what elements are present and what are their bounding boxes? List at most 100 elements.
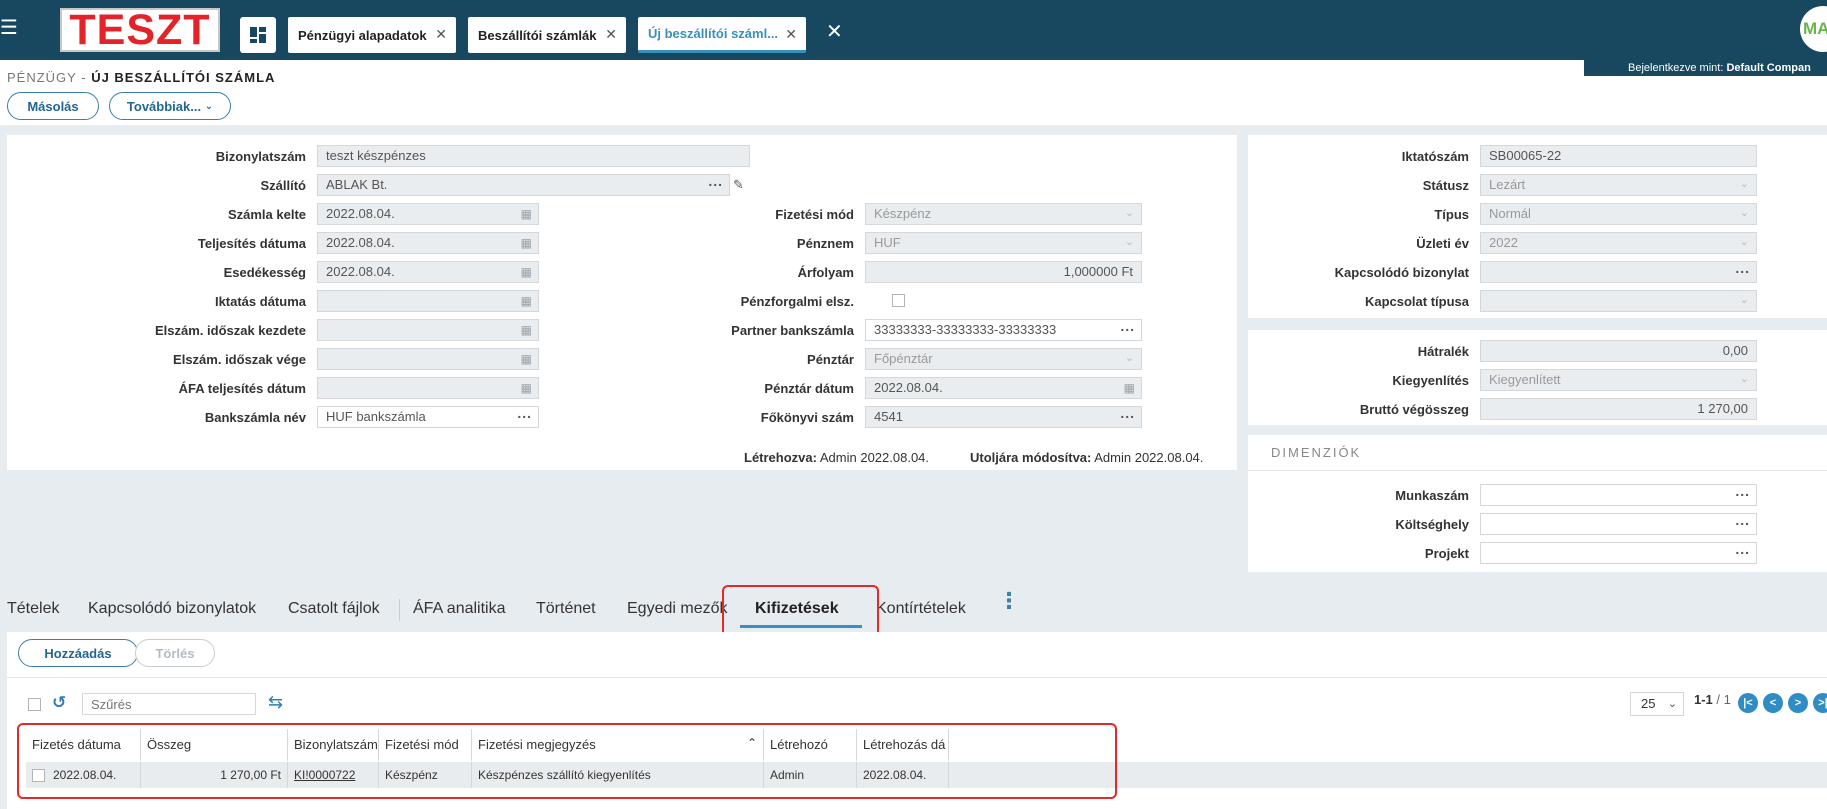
fizetesi-mod-label: Fizetési mód [775,207,854,222]
more-icon[interactable]: ... [517,407,532,423]
koltseghely-label: Költséghely [1395,517,1469,532]
dashboard-icon [250,27,266,43]
calendar-icon[interactable]: ▦ [1124,378,1135,398]
tab-csatolt-fajlok[interactable]: Csatolt fájlok [288,600,380,618]
close-icon[interactable]: ✕ [605,26,617,43]
swap-columns-icon[interactable]: ⇆ [268,692,283,713]
more-icon[interactable]: ... [708,175,723,191]
calendar-icon[interactable]: ▦ [521,233,532,253]
projekt-field[interactable]: ... [1480,542,1757,564]
penztar-datum-field[interactable]: 2022.08.04. ▦ [865,377,1142,399]
munkaszam-label: Munkaszám [1395,488,1469,503]
iktatoszam-field[interactable]: SB00065-22 [1480,145,1757,167]
elszam-kezdete-field[interactable]: ▦ [317,319,539,341]
iktatas-field[interactable]: ▦ [317,290,539,312]
first-page-icon[interactable]: |< [1738,693,1758,713]
teljesites-label: Teljesítés dátuma [197,236,306,251]
tab-uj-beszallitoi-szamla[interactable]: Új beszállítói száml... ✕ [638,17,806,53]
partner-bank-label: Partner bankszámla [731,323,854,338]
chevron-down-icon: ⌄ [1739,294,1749,306]
szamla-kelte-field[interactable]: 2022.08.04. ▦ [317,203,539,225]
uzleti-ev-select[interactable]: 2022 ⌄ [1480,232,1757,254]
penzforgalmi-checkbox[interactable] [892,294,905,307]
prev-page-icon[interactable]: < [1763,693,1783,713]
uzleti-ev-label: Üzleti év [1416,236,1469,251]
munkaszam-field[interactable]: ... [1480,484,1757,506]
elszam-vege-label: Elszám. időszak vége [173,352,306,367]
tipus-select[interactable]: Normál ⌄ [1480,203,1757,225]
penztar-label: Pénztár [807,352,854,367]
penztar-select[interactable]: Főpénztár ⌄ [865,348,1142,370]
iktatoszam-label: Iktatószám [1401,149,1469,164]
bankszamla-nev-field[interactable]: HUF bankszámla... [317,406,539,428]
more-button[interactable]: Továbbiak... ⌄ [109,92,231,120]
tab-tetelek[interactable]: Tételek [7,600,59,618]
teljesites-field[interactable]: 2022.08.04. ▦ [317,232,539,254]
delete-button[interactable]: Törlés [135,639,215,667]
select-all-checkbox[interactable] [28,698,41,711]
bizonylatszam-field[interactable]: teszt készpénzes [317,145,750,167]
breadcrumb: PÉNZÜGY - ÚJ BESZÁLLÍTÓI SZÁMLA [7,70,276,85]
edit-icon[interactable]: ✎ [733,177,744,193]
add-button[interactable]: Hozzáadás [18,639,138,667]
szallito-field[interactable]: ABLAK Bt.... [317,174,730,196]
statusz-select[interactable]: Lezárt ⌄ [1480,174,1757,196]
page-size-select[interactable]: 25 ⌄ [1630,692,1684,716]
logged-in-user: Bejelentkezve mint: Default Compan [1584,60,1827,76]
chevron-down-icon: ⌄ [1739,207,1749,219]
hatralek-field[interactable]: 0,00 [1480,340,1757,362]
more-icon[interactable]: ... [1735,543,1750,559]
calendar-icon[interactable]: ▦ [521,378,532,398]
close-icon[interactable]: ✕ [435,26,447,43]
filter-input[interactable] [82,693,256,715]
close-all-tabs-icon[interactable]: ✕ [826,19,843,44]
tab-egyedi-mezok[interactable]: Egyedi mezők [627,600,728,618]
kapcs-tipus-label: Kapcsolat típusa [1364,294,1469,309]
calendar-icon[interactable]: ▦ [521,262,532,282]
refresh-icon[interactable]: ↺ [52,693,66,713]
close-icon[interactable]: ✕ [785,26,797,43]
tab-beszallitoi-szamlak[interactable]: Beszállítói számlák ✕ [468,17,626,53]
tab-kapcsolodo-bizonylatok[interactable]: Kapcsolódó bizonylatok [88,600,256,618]
last-page-icon[interactable]: >| [1813,693,1827,713]
kapcs-tipus-select[interactable]: ⌄ [1480,290,1757,312]
penznem-select[interactable]: HUF ⌄ [865,232,1142,254]
hatralek-label: Hátralék [1417,344,1469,359]
afa-teljesites-field[interactable]: ▦ [317,377,539,399]
fokonyvi-field[interactable]: 4541... [865,406,1142,428]
elszam-kezdete-label: Elszám. időszak kezdete [154,323,306,338]
dashboard-button[interactable] [240,17,276,53]
calendar-icon[interactable]: ▦ [521,204,532,224]
penztar-datum-label: Pénztár dátum [764,381,854,396]
more-icon[interactable]: ... [1120,320,1135,336]
arfolyam-field[interactable]: 1,000000 Ft [865,261,1142,283]
brutto-field[interactable]: 1 270,00 [1480,398,1757,420]
partner-bank-field[interactable]: 33333333-33333333-33333333... [865,319,1142,341]
tab-afa-analitika[interactable]: ÁFA analitika [413,600,506,618]
tab-kontirtetelek[interactable]: Kontírtételek [876,600,966,618]
koltseghely-field[interactable]: ... [1480,513,1757,535]
more-icon[interactable]: ... [1735,514,1750,530]
fizetesi-mod-select[interactable]: Készpénz ⌄ [865,203,1142,225]
tab-tortenet[interactable]: Történet [536,600,596,618]
hamburger-menu-icon[interactable]: ☰ [0,18,20,38]
tab-penzugyi-alapadatok[interactable]: Pénzügyi alapadatok ✕ [288,17,456,53]
kiegyenlites-select[interactable]: Kiegyenlített ⌄ [1480,369,1757,391]
calendar-icon[interactable]: ▦ [521,349,532,369]
more-icon[interactable]: ... [1735,485,1750,501]
divider [7,677,1827,678]
more-vertical-icon[interactable]: ⋮ [998,590,1020,612]
kapcs-bizonylat-field[interactable]: ... [1480,261,1757,283]
more-icon[interactable]: ... [1120,407,1135,423]
more-icon[interactable]: ... [1735,262,1750,278]
elszam-vege-field[interactable]: ▦ [317,348,539,370]
dimensions-title: DIMENZIÓK [1271,445,1362,460]
esedekesseg-field[interactable]: 2022.08.04. ▦ [317,261,539,283]
next-page-icon[interactable]: > [1788,693,1808,713]
copy-button[interactable]: Másolás [7,92,99,120]
calendar-icon[interactable]: ▦ [521,291,532,311]
modified-info: Utoljára módosítva: Admin 2022.08.04. [970,450,1204,465]
arfolyam-label: Árfolyam [797,265,854,280]
calendar-icon[interactable]: ▦ [521,320,532,340]
penzforgalmi-label: Pénzforgalmi elsz. [740,294,854,309]
